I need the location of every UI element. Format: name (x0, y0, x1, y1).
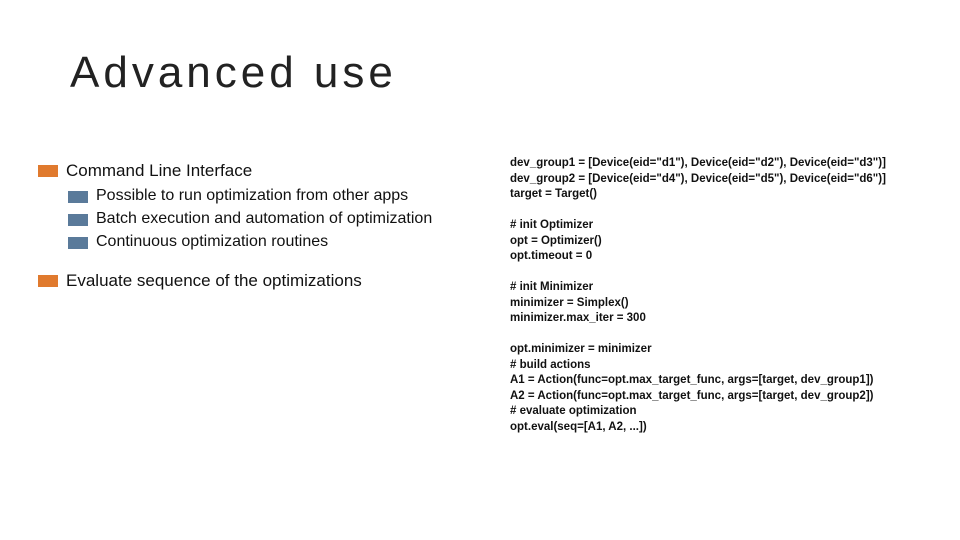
bullet-icon (68, 214, 88, 226)
bullet-group-evaluate: Evaluate sequence of the optimizations (38, 270, 478, 292)
bullet-icon (68, 237, 88, 249)
code-snippet: dev_group1 = [Device(eid="d1"), Device(e… (510, 156, 940, 435)
bullet-level1: Command Line Interface (38, 160, 478, 182)
slide: Advanced use Command Line Interface Poss… (0, 0, 960, 540)
bullet-group-cli: Command Line Interface Possible to run o… (38, 160, 478, 252)
bullet-content: Command Line Interface Possible to run o… (38, 160, 478, 311)
bullet-level2: Continuous optimization routines (68, 232, 478, 253)
bullet-text: Possible to run optimization from other … (96, 186, 408, 207)
bullet-text: Evaluate sequence of the optimizations (66, 270, 362, 292)
bullet-icon (68, 191, 88, 203)
bullet-level1: Evaluate sequence of the optimizations (38, 270, 478, 292)
bullet-subgroup: Possible to run optimization from other … (68, 186, 478, 252)
bullet-level2: Batch execution and automation of optimi… (68, 209, 478, 230)
bullet-icon (38, 275, 58, 287)
slide-title: Advanced use (70, 48, 397, 98)
bullet-text: Command Line Interface (66, 160, 252, 182)
bullet-level2: Possible to run optimization from other … (68, 186, 478, 207)
bullet-icon (38, 165, 58, 177)
bullet-text: Continuous optimization routines (96, 232, 328, 253)
bullet-text: Batch execution and automation of optimi… (96, 209, 432, 230)
